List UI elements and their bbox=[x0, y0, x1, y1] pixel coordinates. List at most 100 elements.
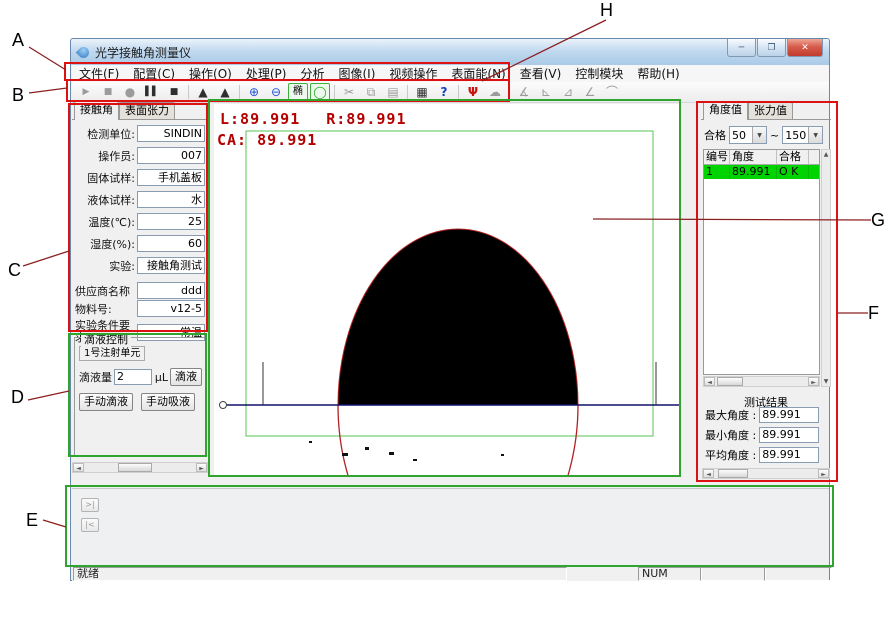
tab-angle-values[interactable]: 角度值 bbox=[703, 101, 748, 120]
zoom-in-icon[interactable]: ⊕ bbox=[244, 83, 264, 102]
solid-sample-field[interactable]: 手机盖板 bbox=[137, 169, 205, 186]
play-icon[interactable]: ▶ bbox=[76, 83, 96, 102]
material-no-field[interactable]: v12-5 bbox=[137, 300, 205, 317]
circle-fit-button[interactable]: ◯ bbox=[310, 83, 330, 102]
angle-tool-icon[interactable]: ∠ bbox=[580, 83, 600, 102]
experiment-field[interactable]: 接触角测试 bbox=[137, 257, 205, 274]
detect-unit-field[interactable]: SINDIN bbox=[137, 125, 205, 142]
supplier-field[interactable]: ddd bbox=[137, 282, 205, 299]
video-frame[interactable]: L:89.991 R:89.991 CA: 89.991 bbox=[214, 104, 681, 476]
hand-icon[interactable]: Ψ bbox=[463, 83, 483, 102]
chevron-down-icon[interactable]: ▼ bbox=[808, 127, 822, 143]
table-hscrollbar[interactable]: ◄ ► bbox=[703, 376, 820, 387]
maximize-button[interactable]: ❐ bbox=[757, 39, 786, 57]
col-angle: 角度 bbox=[730, 150, 777, 165]
snapshot-icon[interactable]: ▲ bbox=[193, 83, 213, 102]
print-icon[interactable]: ▦ bbox=[412, 83, 432, 102]
paste-icon[interactable]: ▤ bbox=[383, 83, 403, 102]
min-angle-field[interactable]: 89.991 bbox=[759, 427, 819, 443]
manual-buttons-row: 手动滴液 手动吸液 bbox=[79, 393, 202, 411]
avg-angle-field[interactable]: 89.991 bbox=[759, 447, 819, 463]
annotation-letter-h: H bbox=[600, 0, 613, 21]
max-angle-combobox[interactable]: 150 ▼ bbox=[782, 126, 823, 144]
max-angle-field[interactable]: 89.991 bbox=[759, 407, 819, 423]
window-title: 光学接触角测量仪 bbox=[95, 44, 191, 61]
drop-button[interactable]: 滴液 bbox=[170, 368, 202, 386]
angle-tool-icon[interactable]: ∡ bbox=[514, 83, 534, 102]
scroll-thumb[interactable] bbox=[718, 469, 748, 478]
table-vscrollbar[interactable]: ▲ ▼ bbox=[821, 149, 831, 387]
menu-view[interactable]: 查看(V) bbox=[513, 65, 569, 82]
pause-icon[interactable]: ▌▌ bbox=[142, 83, 162, 102]
angle-results-table[interactable]: 编号 角度 合格 1 89.991 O K bbox=[703, 149, 820, 375]
scroll-left-icon[interactable]: ◄ bbox=[704, 377, 715, 386]
field-row: 温度(℃):25 bbox=[72, 213, 209, 230]
menu-video-ops[interactable]: 视频操作 bbox=[382, 65, 444, 82]
field-label: 温度(℃): bbox=[88, 214, 135, 230]
tab-surface-tension[interactable]: 表面张力 bbox=[119, 102, 175, 119]
menu-file[interactable]: 文件(F) bbox=[72, 65, 126, 82]
titlebar: 光学接触角测量仪 ─ ❐ ✕ bbox=[71, 39, 829, 65]
scroll-thumb[interactable] bbox=[118, 463, 152, 472]
parameter-panel: 接触角 表面张力 检测单位:SINDIN 操作员:007 固体试样:手机盖板 液… bbox=[72, 102, 209, 482]
humidity-field[interactable]: 60 bbox=[137, 235, 205, 252]
field-row: 实验:接触角测试 bbox=[72, 257, 209, 274]
menu-bar: 文件(F) 配置(C) 操作(O) 处理(P) 分析 图像(I) 视频操作 表面… bbox=[72, 65, 829, 83]
angle-tool-icon[interactable]: ⊿ bbox=[558, 83, 578, 102]
angle-tool-icon[interactable]: ⊾ bbox=[536, 83, 556, 102]
menu-control-module[interactable]: 控制模块 bbox=[568, 65, 630, 82]
close-button[interactable]: ✕ bbox=[787, 39, 823, 57]
injection-unit-tab[interactable]: 1号注射单元 bbox=[79, 346, 145, 361]
copy-icon[interactable]: ⧉ bbox=[361, 83, 381, 102]
cut-icon[interactable]: ✂ bbox=[339, 83, 359, 102]
menu-operate[interactable]: 操作(O) bbox=[182, 65, 239, 82]
drop-image bbox=[214, 104, 681, 476]
angle-tool-icon[interactable]: ⌒ bbox=[602, 83, 622, 102]
field-label: 实验: bbox=[109, 258, 135, 274]
scroll-left-icon[interactable]: ◄ bbox=[703, 469, 714, 478]
manual-suck-button[interactable]: 手动吸液 bbox=[141, 393, 195, 411]
scroll-right-icon[interactable]: ► bbox=[818, 469, 829, 478]
stop-icon[interactable]: ■ bbox=[98, 83, 118, 102]
field-row: 液体试样:水 bbox=[72, 191, 209, 208]
record-icon[interactable]: ● bbox=[120, 83, 140, 102]
scroll-right-icon[interactable]: ► bbox=[808, 377, 819, 386]
window-controls: ─ ❐ ✕ bbox=[726, 39, 823, 57]
results-hscrollbar[interactable]: ◄ ► bbox=[702, 468, 830, 479]
field-row: 固体试样:手机盖板 bbox=[72, 169, 209, 186]
cloud-icon[interactable]: ☁ bbox=[485, 83, 505, 102]
table-row[interactable]: 1 89.991 O K bbox=[704, 165, 819, 179]
minimize-button[interactable]: ─ bbox=[727, 39, 756, 57]
scroll-thumb[interactable] bbox=[717, 377, 743, 386]
liquid-sample-field[interactable]: 水 bbox=[137, 191, 205, 208]
scroll-up-icon[interactable]: ▲ bbox=[824, 151, 829, 158]
scroll-down-icon[interactable]: ▼ bbox=[824, 378, 829, 385]
scroll-left-icon[interactable]: ◄ bbox=[73, 463, 84, 472]
chevron-down-icon[interactable]: ▼ bbox=[752, 127, 766, 143]
drop-volume-field[interactable]: 2 bbox=[114, 369, 152, 385]
scroll-right-icon[interactable]: ► bbox=[196, 463, 207, 472]
frame-icon[interactable]: ■ bbox=[164, 83, 184, 102]
step-back-button[interactable]: |< bbox=[81, 518, 99, 532]
avg-angle-label: 平均角度 : bbox=[705, 447, 756, 463]
snapshot-icon[interactable]: ▲ bbox=[215, 83, 235, 102]
menu-help[interactable]: 帮助(H) bbox=[630, 65, 686, 82]
menu-config[interactable]: 配置(C) bbox=[126, 65, 182, 82]
field-label: 物料号: bbox=[75, 301, 112, 317]
menu-process[interactable]: 处理(P) bbox=[239, 65, 294, 82]
zoom-out-icon[interactable]: ⊖ bbox=[266, 83, 286, 102]
manual-drop-button[interactable]: 手动滴液 bbox=[79, 393, 133, 411]
operator-field[interactable]: 007 bbox=[137, 147, 205, 164]
ellipse-fit-button[interactable]: 椭 bbox=[288, 83, 308, 102]
menu-analyze[interactable]: 分析 bbox=[293, 65, 331, 82]
help-icon[interactable]: ? bbox=[434, 83, 454, 102]
left-panel-hscrollbar[interactable]: ◄ ► bbox=[72, 462, 208, 473]
max-angle-value: 150 bbox=[783, 129, 808, 142]
min-angle-combobox[interactable]: 50 ▼ bbox=[729, 126, 767, 144]
menu-surface-energy[interactable]: 表面能(N) bbox=[444, 65, 512, 82]
temperature-field[interactable]: 25 bbox=[137, 213, 205, 230]
step-forward-button[interactable]: >| bbox=[81, 498, 99, 512]
menu-image[interactable]: 图像(I) bbox=[331, 65, 382, 82]
tab-contact-angle[interactable]: 接触角 bbox=[74, 101, 119, 120]
tab-tension-values[interactable]: 张力值 bbox=[748, 102, 793, 119]
